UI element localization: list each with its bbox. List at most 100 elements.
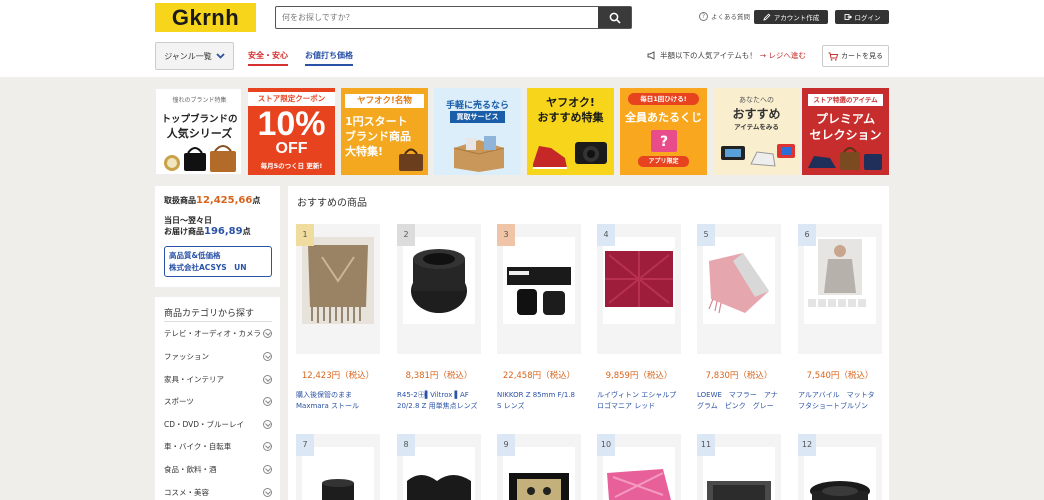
product-card[interactable]: 4 (597, 224, 681, 354)
create-account-label: アカウント作成 (773, 14, 820, 22)
product-image (403, 237, 475, 324)
product-price: 9,859円（税込） (605, 371, 673, 381)
banner-one-yen[interactable]: ヤフオク!名物 1円スタート ブランド商品 大特集! (341, 88, 428, 175)
banner-top-brand[interactable]: 憧れのブランド特集 トップブランドの 人気シリーズ (155, 88, 242, 175)
login-button[interactable]: ログイン (835, 10, 889, 24)
banner-for-you[interactable]: あなたへの おすすめ アイテムをみる (713, 88, 800, 175)
category-item[interactable]: スポーツ (164, 396, 272, 412)
banner-coupon[interactable]: ストア限定クーポン 10% OFF 毎月5のつく日 更新! (248, 88, 335, 175)
banner-tagline: ストア特選のアイテム (808, 94, 883, 106)
banner-tagline: ストア限定クーポン (248, 92, 335, 106)
tab-deal[interactable]: お値打ち価格 (305, 50, 353, 66)
category-divider (164, 321, 272, 322)
category-label: テレビ・オーディオ・カメラ (164, 329, 261, 338)
faq-link[interactable]: ? よくある質問 (699, 11, 750, 21)
category-item[interactable]: 食品・飲料・酒 (164, 464, 272, 480)
banner-headline-2: ブランド商品 (345, 130, 411, 143)
category-item[interactable]: 家具・インテリア (164, 374, 272, 390)
product-price: 22,458円（税込） (502, 371, 576, 381)
category-title: 商品カテゴリから探す (164, 309, 255, 319)
search-button[interactable] (598, 7, 631, 28)
rank-badge: 6 (798, 224, 816, 246)
site-logo[interactable]: Gkrnh (155, 3, 256, 32)
banner-headline: 全員あたるくじ (625, 111, 702, 124)
rank-badge: 11 (697, 434, 715, 456)
rank-badge: 10 (597, 434, 615, 456)
banner-buyback[interactable]: 手軽に売るなら 買取サービス (434, 88, 521, 175)
cart-button[interactable]: カートを見る (822, 45, 889, 67)
product-name[interactable]: R45-2㊉▌Viltrox ▌AF 20/2.8 Z 用単焦点レンズ (397, 390, 479, 414)
checkout-link[interactable]: → レジへ進む (760, 50, 806, 61)
handbag-image (399, 148, 423, 171)
product-card[interactable]: 5 (697, 224, 781, 354)
rank-badge: 2 (397, 224, 415, 246)
gadgets-image (721, 144, 795, 167)
category-item[interactable]: コスメ・美容 (164, 487, 272, 500)
cart-label: カートを見る (841, 52, 883, 60)
product-image (503, 237, 575, 324)
banner-premium[interactable]: ストア特選のアイテム プレミアム セレクション (802, 88, 889, 175)
banner-headline: 10% (257, 105, 326, 143)
login-icon (844, 14, 852, 20)
megaphone-icon (647, 51, 655, 60)
product-price: 7,830円（税込） (705, 371, 773, 381)
category-panel: 商品カテゴリから探す テレビ・オーディオ・カメラ ファッション 家具・インテリア… (155, 297, 280, 500)
shoes-bags-image (808, 147, 882, 170)
product-card[interactable]: 2 (397, 224, 481, 354)
tab-safe[interactable]: 安全・安心 (248, 50, 288, 66)
shop-info-box[interactable]: 高品質&低価格 株式会社ACSYS UN (164, 246, 272, 277)
banner-recommend-feature[interactable]: ヤフオク! おすすめ特集 (527, 88, 614, 175)
items-count: 12,425,66 (196, 195, 253, 206)
product-card[interactable]: 11 (697, 434, 781, 500)
product-card[interactable]: 7 (296, 434, 380, 500)
delivery-unit: 点 (242, 227, 251, 236)
banner-headline: おすすめ (732, 107, 781, 121)
product-name[interactable]: ルイヴィトン エシャルプロゴマニア レッド (597, 390, 679, 414)
search-input[interactable] (276, 7, 598, 28)
sub-navigation: ジャンル一覧 安全・安心 お値打ち価格 半額以下の人気アイテムも！ → レジへ進… (0, 40, 1044, 70)
product-card[interactable]: 6 (798, 224, 882, 354)
rank-badge: 12 (798, 434, 816, 456)
site-header: Gkrnh ? よくある質問 アカウント作成 ログイン ジャンル一覧 安全・安心… (0, 0, 1044, 77)
product-image (603, 237, 675, 324)
genre-dropdown[interactable]: ジャンル一覧 (155, 42, 234, 70)
chevron-down-icon (263, 488, 272, 497)
chevron-down-icon (263, 352, 272, 361)
cart-icon (828, 52, 838, 61)
product-card[interactable]: 3 (497, 224, 581, 354)
product-card[interactable]: 1 (296, 224, 380, 354)
product-card[interactable]: 8 (397, 434, 481, 500)
chevron-down-icon (263, 465, 272, 474)
product-card[interactable]: 10 (597, 434, 681, 500)
product-image (302, 237, 374, 324)
chevron-down-icon (263, 397, 272, 406)
product-price: 12,423円（税込） (301, 371, 375, 381)
pencil-icon (763, 13, 771, 21)
category-item[interactable]: CD・DVD・ブルーレイ (164, 419, 272, 435)
category-label: ファッション (164, 352, 209, 361)
items-count-line: 取扱商品12,425,66点 (164, 195, 260, 206)
create-account-button[interactable]: アカウント作成 (754, 10, 828, 24)
delivery-count: 196,89 (204, 226, 243, 237)
section-title: おすすめの商品 (297, 198, 367, 209)
product-price: 7,540円（税込） (806, 371, 874, 381)
category-item[interactable]: テレビ・オーディオ・カメラ (164, 328, 272, 344)
product-price: 8,381円（税込） (405, 371, 473, 381)
banner-lottery[interactable]: 毎日1回ひける! 全員あたるくじ ? アプリ限定 (620, 88, 707, 175)
product-card[interactable]: 12 (798, 434, 882, 500)
delivery-count-line: お届け商品196,89点 (164, 226, 251, 237)
product-name[interactable]: 購入後保管のまま Maxmara ストール (296, 390, 378, 414)
search-icon (609, 12, 621, 24)
category-item[interactable]: 車・バイク・自転車 (164, 441, 272, 457)
chevron-down-icon (263, 420, 272, 429)
product-card[interactable]: 9 (497, 434, 581, 500)
banner-footnote: アプリ限定 (638, 156, 689, 167)
shop-name: 株式会社ACSYS UN (169, 263, 247, 272)
banner-headline: 1円スタート (345, 115, 408, 128)
product-name[interactable]: アルアバイル マットタフタショートブルゾン (798, 390, 880, 414)
product-name[interactable]: NIKKOR Z 85mm F/1.8 S レンズ (497, 390, 579, 414)
product-name[interactable]: LOEWE マフラー アナグラム ピンク グレー (697, 390, 779, 414)
banner-tagline: ヤフオク!名物 (345, 94, 424, 108)
rank-badge: 7 (296, 434, 314, 456)
category-item[interactable]: ファッション (164, 351, 272, 367)
